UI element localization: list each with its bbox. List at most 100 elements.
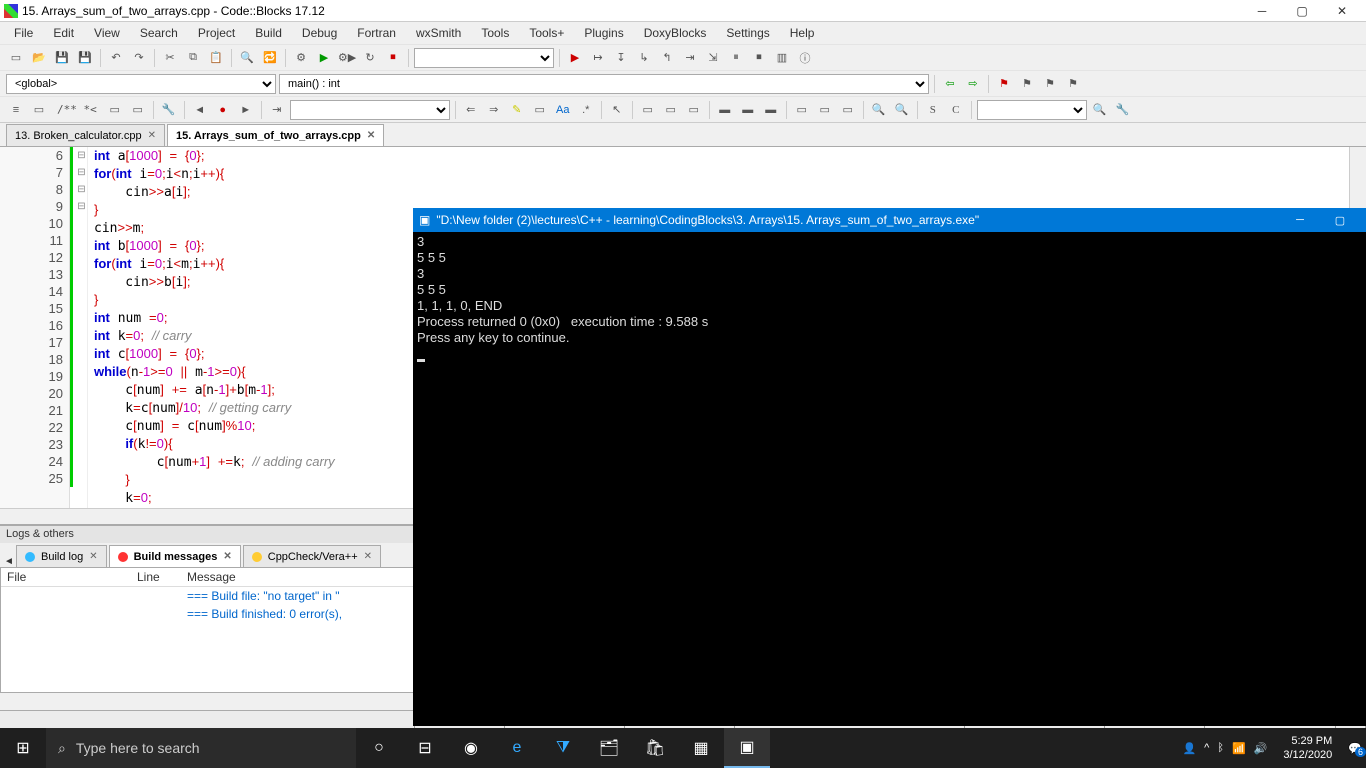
minimize-button[interactable]: ─ — [1242, 4, 1282, 18]
t7-icon[interactable]: ▭ — [792, 100, 812, 120]
menu-debug[interactable]: Debug — [292, 24, 347, 42]
arrow-right-icon[interactable]: ⇒ — [484, 100, 504, 120]
close-icon[interactable]: ✕ — [89, 551, 97, 562]
build-target-dropdown[interactable] — [414, 48, 554, 68]
replace-icon[interactable]: 🔁 — [260, 48, 280, 68]
end-dropdown[interactable] — [977, 100, 1087, 120]
console-maximize-button[interactable]: ▢ — [1320, 214, 1360, 227]
scope-left-dropdown[interactable]: <global> — [6, 74, 276, 94]
rec-icon[interactable]: ● — [213, 100, 233, 120]
doxy4-icon[interactable]: ▭ — [128, 100, 148, 120]
start-button[interactable]: ⊞ — [0, 728, 46, 768]
menu-build[interactable]: Build — [245, 24, 292, 42]
menu-fortran[interactable]: Fortran — [347, 24, 406, 42]
menu-edit[interactable]: Edit — [43, 24, 84, 42]
fold-gutter[interactable]: ⊟⊟⊟⊟ — [76, 147, 88, 508]
log-tab[interactable]: Build messages✕ — [109, 545, 241, 567]
nav-fwd-icon[interactable]: ⇨ — [963, 74, 983, 94]
arrow-left-icon[interactable]: ⇐ — [461, 100, 481, 120]
wifi-icon[interactable]: 📶 — [1232, 742, 1246, 755]
close-tab-icon[interactable]: ✕ — [148, 130, 156, 141]
maximize-button[interactable]: ▢ — [1282, 4, 1322, 18]
volume-icon[interactable]: 🔊 — [1254, 742, 1268, 755]
tray-chevron-icon[interactable]: ^ — [1204, 742, 1209, 754]
close-icon[interactable]: ✕ — [364, 551, 372, 562]
build-icon[interactable]: ⚙ — [291, 48, 311, 68]
t6-icon[interactable]: ▬ — [761, 100, 781, 120]
tab-file[interactable]: 13. Broken_calculator.cpp✕ — [6, 124, 165, 146]
menu-wxsmith[interactable]: wxSmith — [406, 24, 471, 42]
store-icon[interactable]: 🛍 — [632, 728, 678, 768]
prev-icon[interactable]: ◄ — [190, 100, 210, 120]
close-tab-icon[interactable]: ✕ — [367, 130, 375, 141]
menu-search[interactable]: Search — [130, 24, 188, 42]
console-body[interactable]: 3 5 5 5 3 5 5 5 1, 1, 1, 0, END Process … — [413, 232, 1366, 364]
step-into-icon[interactable]: ↳ — [634, 48, 654, 68]
debug-windows-icon[interactable]: ▥ — [772, 48, 792, 68]
scope-right-dropdown[interactable]: main() : int — [279, 74, 929, 94]
debug-info-icon[interactable]: ⓘ — [795, 48, 815, 68]
paste-icon[interactable]: 📋 — [206, 48, 226, 68]
s-button[interactable]: S — [923, 100, 943, 120]
bookmark-icon[interactable]: ⚑ — [994, 74, 1014, 94]
cut-icon[interactable]: ✂ — [160, 48, 180, 68]
doxy-comment-button[interactable]: /** *< — [52, 100, 102, 120]
stop-icon[interactable]: ⏹ — [383, 48, 403, 68]
close-icon[interactable]: ✕ — [223, 551, 231, 562]
bookmark-clear-icon[interactable]: ⚑ — [1063, 74, 1083, 94]
t5-icon[interactable]: ▬ — [738, 100, 758, 120]
rebuild-icon[interactable]: ↻ — [360, 48, 380, 68]
menu-tools+[interactable]: Tools+ — [519, 24, 574, 42]
c-button[interactable]: C — [946, 100, 966, 120]
t1-icon[interactable]: ▭ — [638, 100, 658, 120]
build-run-icon[interactable]: ⚙▶ — [337, 48, 357, 68]
bluetooth-icon[interactable]: ᛒ — [1217, 742, 1224, 754]
taskview-icon[interactable]: ⊟ — [402, 728, 448, 768]
bookmark-next-icon[interactable]: ⚑ — [1040, 74, 1060, 94]
t2-icon[interactable]: ▭ — [661, 100, 681, 120]
menu-settings[interactable]: Settings — [716, 24, 779, 42]
end2-icon[interactable]: 🔧 — [1113, 100, 1133, 120]
wrench-icon[interactable]: 🔧 — [159, 100, 179, 120]
t3-icon[interactable]: ▭ — [684, 100, 704, 120]
system-tray[interactable]: 👤 ^ ᛒ 📶 🔊 5:29 PM 3/12/2020 💬6 — [1182, 734, 1366, 762]
doxy2-icon[interactable]: ▭ — [29, 100, 49, 120]
next-line-icon[interactable]: ↧ — [611, 48, 631, 68]
stop-debug-icon[interactable]: ⏹ — [749, 48, 769, 68]
case-icon[interactable]: Aa — [553, 100, 573, 120]
scroll-left-icon[interactable]: ◄ — [2, 556, 16, 567]
log-tab[interactable]: Build log✕ — [16, 545, 107, 567]
cursor-icon[interactable]: ↖ — [607, 100, 627, 120]
console-window[interactable]: ▣ "D:\New folder (2)\lectures\C++ - lear… — [413, 208, 1366, 726]
tab-file[interactable]: 15. Arrays_sum_of_two_arrays.cpp✕ — [167, 124, 384, 146]
new-file-icon[interactable]: ▭ — [6, 48, 26, 68]
undo-icon[interactable]: ↶ — [106, 48, 126, 68]
nav-back-icon[interactable]: ⇦ — [940, 74, 960, 94]
end1-icon[interactable]: 🔍 — [1090, 100, 1110, 120]
copy-icon[interactable]: ⧉ — [183, 48, 203, 68]
regex-icon[interactable]: .* — [576, 100, 596, 120]
jump-icon[interactable]: ⇥ — [267, 100, 287, 120]
people-icon[interactable]: 👤 — [1182, 742, 1196, 755]
debug-run-icon[interactable]: ▶ — [565, 48, 585, 68]
console-minimize-button[interactable]: ─ — [1280, 214, 1320, 226]
taskbar-search[interactable]: ⌕ Type here to search — [46, 728, 356, 768]
chrome-icon[interactable]: ◉ — [448, 728, 494, 768]
col-line[interactable]: Line — [131, 568, 181, 586]
doxy-icon[interactable]: ≡ — [6, 100, 26, 120]
notifications-icon[interactable]: 💬6 — [1348, 742, 1362, 755]
console-titlebar[interactable]: ▣ "D:\New folder (2)\lectures\C++ - lear… — [413, 208, 1366, 232]
save-all-icon[interactable]: 💾 — [75, 48, 95, 68]
highlight-icon[interactable]: ✎ — [507, 100, 527, 120]
cortana-icon[interactable]: ○ — [356, 728, 402, 768]
menu-view[interactable]: View — [84, 24, 130, 42]
zoom-out-icon[interactable]: 🔍 — [892, 100, 912, 120]
menu-plugins[interactable]: Plugins — [574, 24, 633, 42]
codeblocks-task-icon[interactable]: ▣ — [724, 728, 770, 768]
break-icon[interactable]: ⏸ — [726, 48, 746, 68]
select-icon[interactable]: ▭ — [530, 100, 550, 120]
open-icon[interactable]: 📂 — [29, 48, 49, 68]
t9-icon[interactable]: ▭ — [838, 100, 858, 120]
redo-icon[interactable]: ↷ — [129, 48, 149, 68]
apps-icon[interactable]: ▦ — [678, 728, 724, 768]
